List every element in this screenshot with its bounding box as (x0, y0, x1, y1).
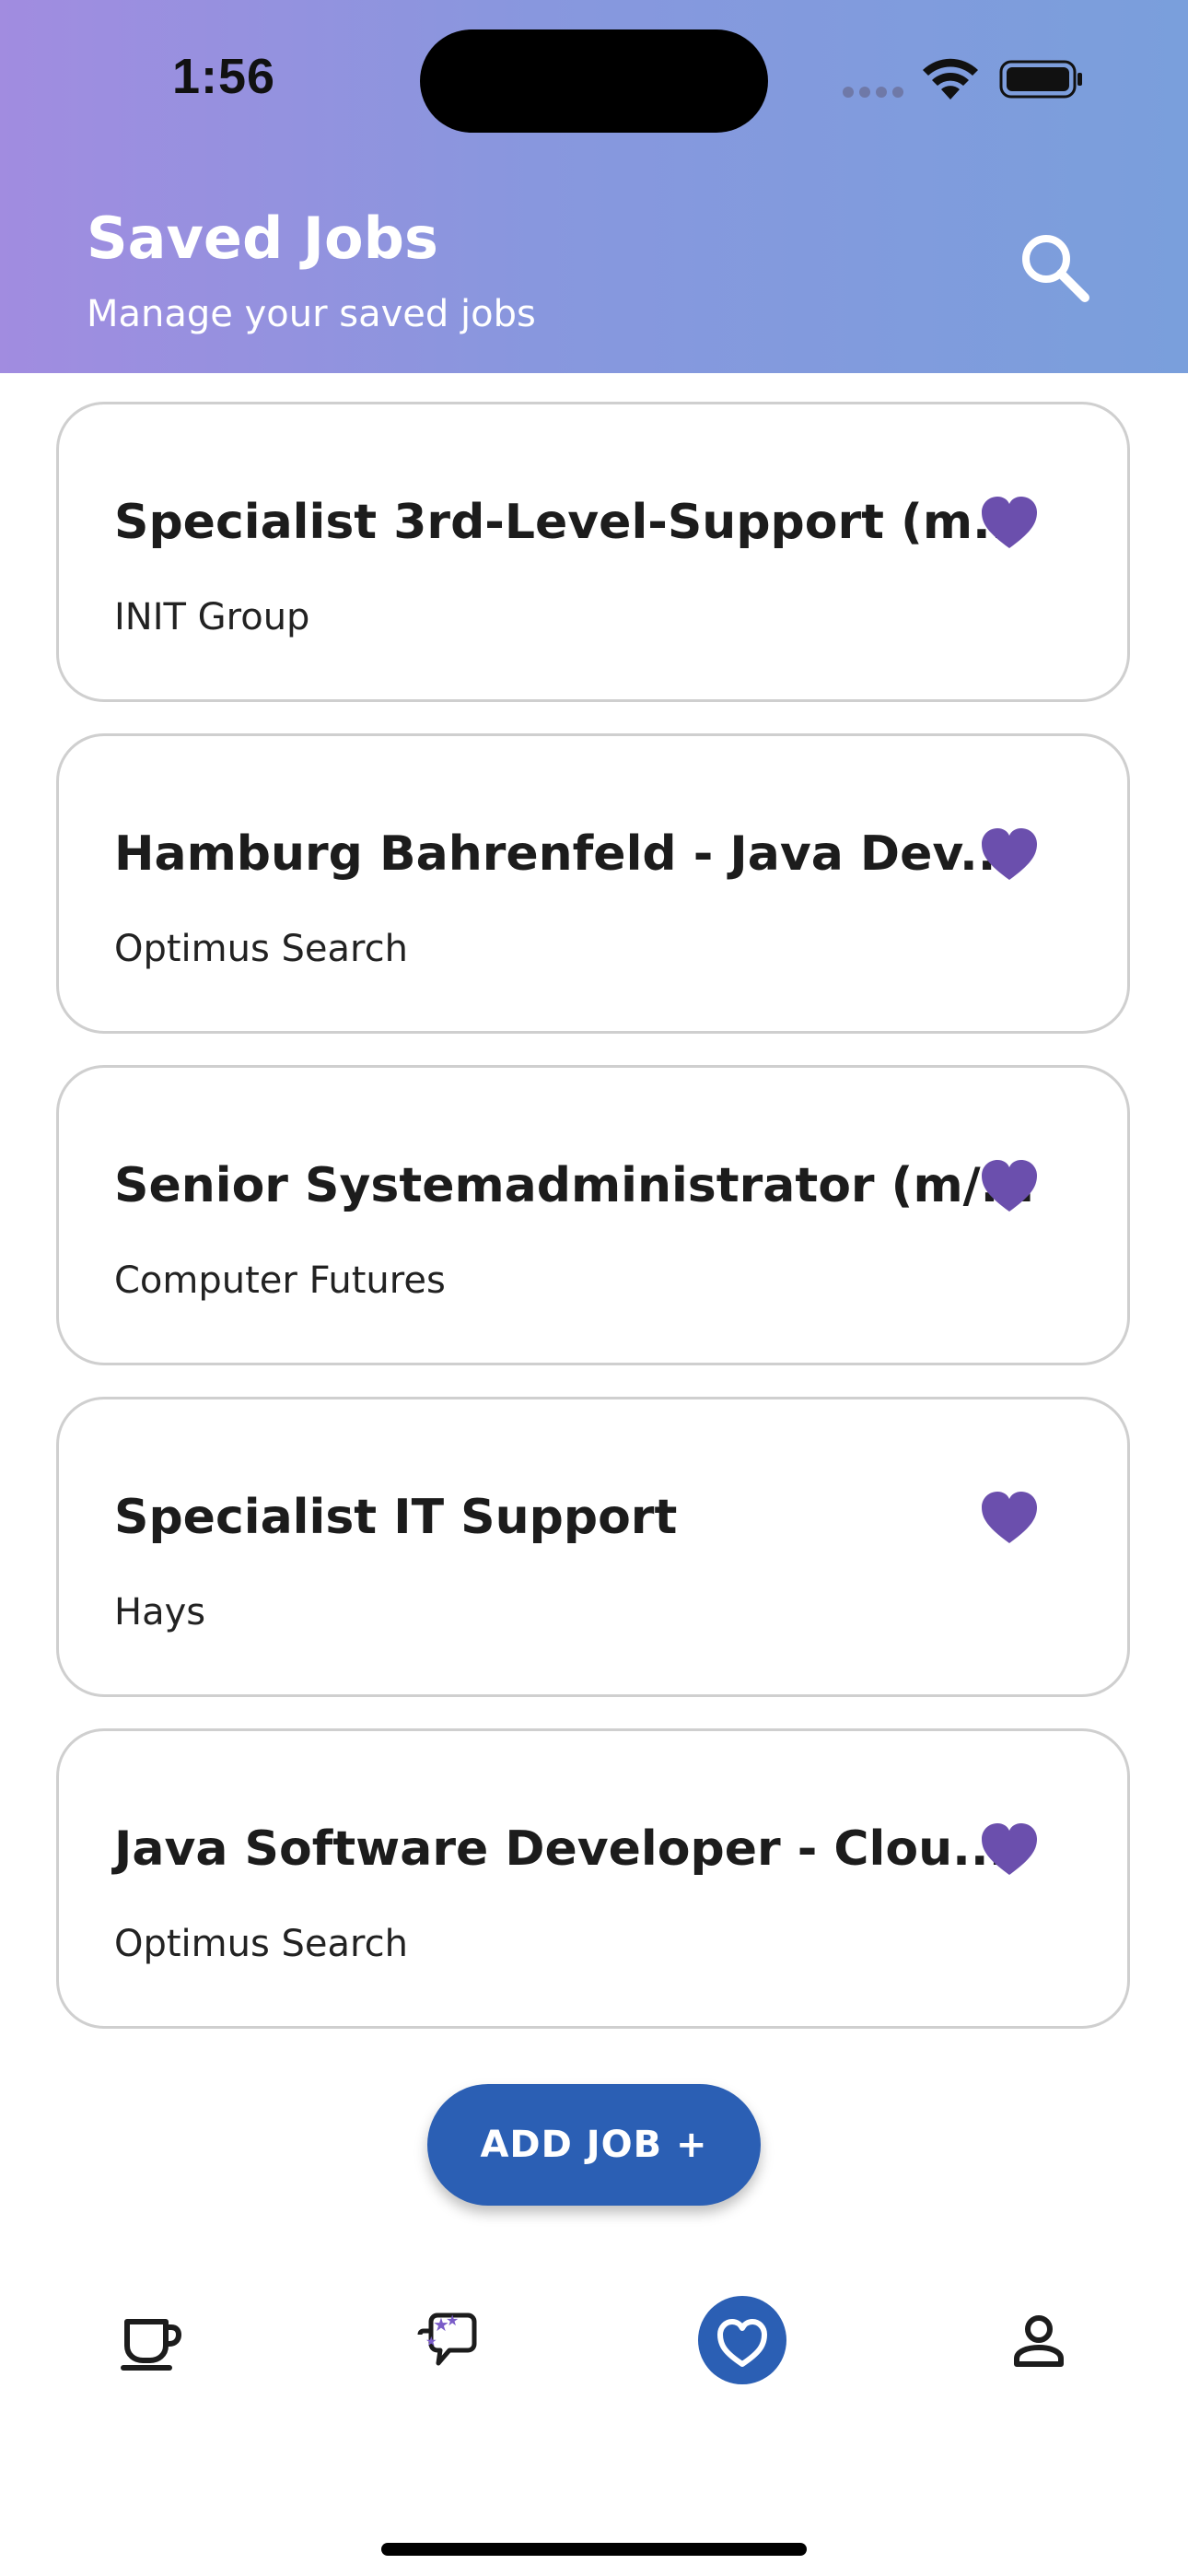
job-company: Optimus Search (114, 928, 408, 970)
job-company: Hays (114, 1591, 206, 1633)
heart-icon[interactable] (980, 1158, 1039, 1213)
job-card[interactable]: Specialist 3rd-Level-Support (m... INIT … (56, 402, 1130, 702)
bottom-nav: ★ ★ ★ (0, 2276, 1188, 2405)
job-card[interactable]: Senior Systemadministrator (m/... Comput… (56, 1065, 1130, 1365)
job-company: INIT Group (114, 596, 310, 638)
job-title: Specialist 3rd-Level-Support (m... (114, 495, 1028, 550)
wifi-icon (923, 58, 978, 100)
job-company: Optimus Search (114, 1923, 408, 1965)
job-company: Computer Futures (114, 1259, 446, 1302)
search-icon[interactable] (1013, 226, 1096, 309)
job-card[interactable]: Hamburg Bahrenfeld - Java Dev... Optimus… (56, 733, 1130, 1034)
heart-icon[interactable] (980, 826, 1039, 882)
battery-icon (999, 60, 1082, 99)
profile-icon (1014, 2315, 1064, 2367)
svg-text:★: ★ (425, 2335, 437, 2349)
coffee-cup-icon (121, 2319, 182, 2371)
job-card[interactable]: Specialist IT Support Hays (56, 1397, 1130, 1697)
app-header: 1:56 Saved Jobs Manage your saved jobs (0, 0, 1188, 373)
page-subtitle: Manage your saved jobs (87, 293, 536, 335)
heart-icon[interactable] (980, 495, 1039, 550)
cellular-signal-icon (843, 87, 905, 98)
job-card[interactable]: Java Software Developer - Clou... Optimu… (56, 1728, 1130, 2029)
heart-icon (717, 2319, 767, 2367)
saved-jobs-list[interactable]: Specialist 3rd-Level-Support (m... INIT … (0, 373, 1188, 2030)
dynamic-island (420, 29, 768, 133)
home-indicator (381, 2543, 807, 2556)
job-title: Hamburg Bahrenfeld - Java Dev... (114, 826, 1015, 882)
nav-item-jobs[interactable] (94, 2276, 204, 2405)
heart-icon[interactable] (980, 1821, 1039, 1877)
nav-item-saved[interactable] (687, 2276, 798, 2405)
job-title: Senior Systemadministrator (m/... (114, 1158, 1035, 1213)
add-job-button[interactable]: ADD JOB + (427, 2084, 761, 2206)
status-time: 1:56 (172, 49, 276, 104)
nav-item-ai-chat[interactable]: ★ ★ ★ (390, 2276, 501, 2405)
ai-chat-icon: ★ ★ ★ (417, 2312, 477, 2366)
heart-icon[interactable] (980, 1490, 1039, 1545)
nav-item-profile[interactable] (984, 2276, 1094, 2405)
svg-text:★: ★ (446, 2312, 459, 2329)
page-title: Saved Jobs (87, 205, 438, 272)
job-title: Specialist IT Support (114, 1490, 678, 1545)
job-title: Java Software Developer - Clou... (114, 1821, 1007, 1877)
